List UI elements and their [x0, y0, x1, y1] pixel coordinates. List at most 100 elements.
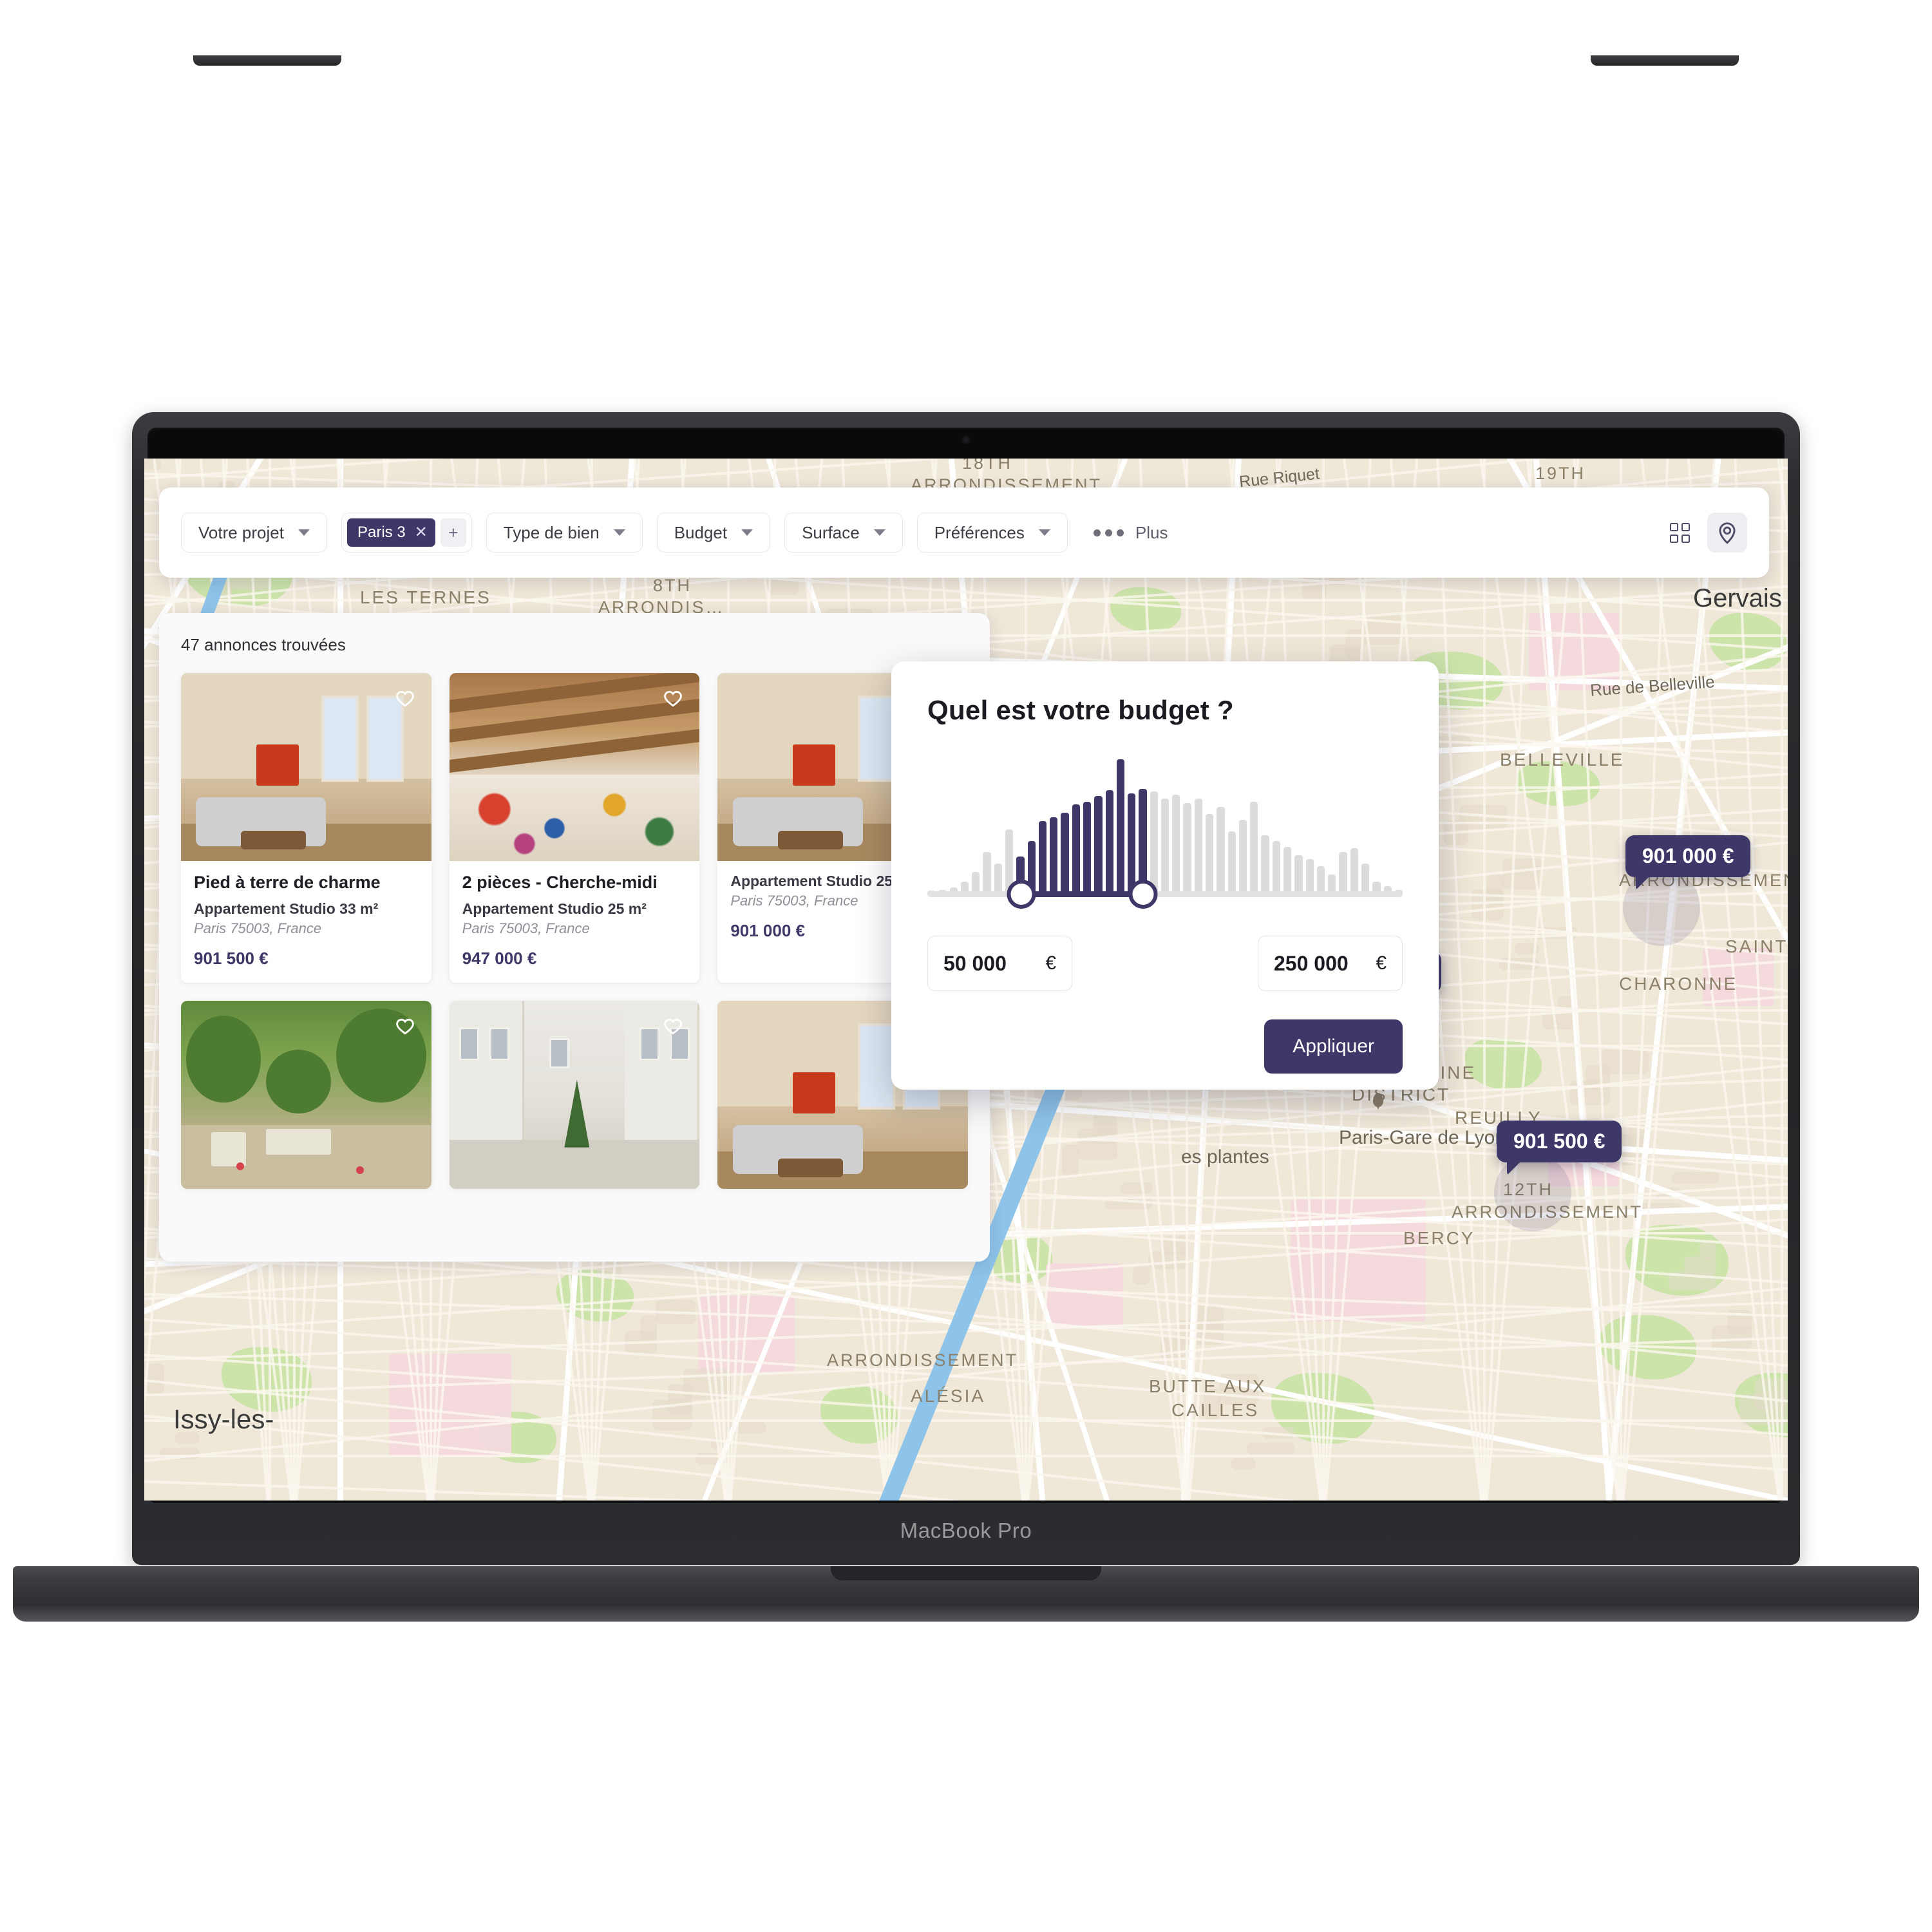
range-slider-max-handle[interactable] [1128, 880, 1158, 909]
macbook-foot-left [193, 55, 341, 66]
map-label: ARRONDISSEMENT [827, 1350, 1019, 1370]
range-slider-track[interactable] [927, 891, 1403, 897]
histogram-bar [1339, 852, 1347, 895]
heart-icon[interactable] [390, 685, 420, 714]
histogram-bar [1316, 866, 1325, 895]
listings-panel: 47 annonces trouvées Pied à terre de cha… [159, 613, 990, 1262]
histogram-bar [1238, 820, 1247, 895]
filter-preferences[interactable]: Préférences [916, 513, 1068, 553]
listing-photo [181, 673, 431, 861]
chevron-down-icon [1038, 529, 1050, 536]
range-slider-min-handle[interactable] [1007, 880, 1036, 909]
map-label: CHARONNE [1619, 974, 1738, 994]
histogram-bar [1294, 855, 1303, 895]
filter-budget[interactable]: Budget [656, 513, 771, 553]
histogram-bar [1050, 817, 1058, 895]
listing-photo [449, 673, 700, 861]
screenshot-stage: MacBook Pro 18TH ARRONDISSEMENT Rue Riquet… [0, 0, 1932, 1932]
map-label: SAINT-BLAISE [1725, 936, 1788, 956]
location-chip-label: Paris 3 [357, 524, 406, 541]
webcam-icon [961, 435, 971, 444]
budget-max-value: 250 000 [1274, 951, 1349, 975]
macbook-foot-right [1591, 55, 1739, 66]
histogram-bar [994, 863, 1002, 895]
ellipsis-icon [1093, 529, 1124, 536]
histogram-bar [1283, 846, 1292, 895]
listing-card[interactable]: 2 pièces - Cherche-midi Appartement Studi… [449, 673, 700, 983]
filter-surface[interactable]: Surface [784, 513, 903, 553]
macbook-brand-label: MacBook Pro [900, 1519, 1032, 1542]
macbook-base [13, 1566, 1919, 1622]
histogram-bar [1150, 791, 1158, 895]
project-dropdown[interactable]: Votre projet [181, 513, 327, 553]
map-label: 18TH [962, 459, 1013, 473]
budget-modal: Quel est votre budget ? 50 000 € 250 000… [891, 661, 1439, 1090]
histogram-bar [1038, 821, 1047, 895]
listings-count: 47 annonces trouvées [181, 635, 346, 654]
histogram-bar [1194, 799, 1203, 895]
laptop-screen: 18TH ARRONDISSEMENT Rue Riquet 19TH LES TERN… [144, 459, 1788, 1501]
histogram-bar [1116, 759, 1125, 895]
filter-label: Surface [802, 522, 860, 542]
more-filters-label: Plus [1135, 522, 1168, 542]
histogram-bar [1061, 813, 1069, 895]
map-label: CAILLES [1171, 1400, 1260, 1420]
histogram-bar [1350, 848, 1358, 895]
listing-card[interactable]: Pied à terre de charme Appartement Studio… [181, 673, 431, 983]
view-toggle-map[interactable] [1707, 513, 1747, 553]
filter-type-de-bien[interactable]: Type de bien [486, 513, 643, 553]
histogram-bar [983, 852, 991, 895]
listing-card-grid: Pied à terre de charme Appartement Studio… [181, 673, 968, 1189]
chevron-down-icon [873, 529, 886, 536]
listing-card[interactable] [449, 1001, 700, 1189]
apply-button[interactable]: Appliquer [1264, 1019, 1403, 1074]
listing-location: Paris 75003, France [462, 920, 590, 936]
budget-inputs: 50 000 € 250 000 € [927, 936, 1403, 991]
heart-icon[interactable] [658, 1012, 688, 1042]
budget-max-field[interactable]: 250 000 € [1258, 936, 1403, 991]
heart-icon[interactable] [390, 1012, 420, 1042]
more-filters-button[interactable]: Plus [1093, 522, 1168, 543]
histogram-bar [1094, 795, 1103, 895]
listing-subtitle: Appartement Studio 33 m² [194, 900, 379, 917]
histogram-bar [1105, 790, 1113, 895]
chevron-down-icon [298, 529, 310, 536]
map-label: BUTTE AUX [1149, 1376, 1267, 1396]
histogram-bar [1183, 802, 1191, 895]
range-slider-fill [1021, 891, 1143, 897]
location-chip-paris-3[interactable]: Paris 3 ✕ [346, 518, 435, 547]
close-icon[interactable]: ✕ [415, 525, 428, 540]
heart-icon[interactable] [658, 685, 688, 714]
histogram-bar [1272, 840, 1280, 895]
histogram-bar [1128, 793, 1136, 895]
histogram-bar [1217, 807, 1225, 895]
listing-price: 947 000 € [462, 949, 537, 968]
histogram-bar [1261, 835, 1269, 895]
add-location-button[interactable]: + [440, 518, 466, 547]
histogram-bar [1250, 801, 1258, 895]
map-label: Issy-les- [173, 1404, 274, 1434]
budget-min-value: 50 000 [943, 951, 1007, 975]
filter-label: Budget [674, 522, 728, 542]
listing-subtitle: Appartement Studio 25 m² [462, 900, 647, 917]
budget-histogram-slider[interactable] [927, 757, 1403, 911]
map-label: 8TH [653, 576, 692, 595]
map-label: es plantes [1181, 1146, 1269, 1168]
view-toggle-grid[interactable] [1660, 513, 1700, 553]
budget-min-field[interactable]: 50 000 € [927, 936, 1072, 991]
map-label: Gervais [1693, 584, 1782, 612]
budget-modal-title: Quel est votre budget ? [927, 695, 1234, 725]
map-price-marker[interactable]: 901 000 € [1625, 835, 1751, 877]
project-dropdown-label: Votre projet [198, 522, 284, 542]
currency-symbol: € [1376, 952, 1387, 974]
listing-location: Paris 75003, France [194, 920, 322, 936]
filter-toolbar: Votre projet Paris 3 ✕ + Type de bien Bu… [159, 488, 1769, 578]
filter-label: Préférences [934, 522, 1025, 542]
map-price-marker[interactable]: 901 500 € [1497, 1121, 1622, 1162]
map-label: ALÉSIA [911, 1386, 986, 1406]
listing-card[interactable] [181, 1001, 431, 1189]
filter-label: Type de bien [503, 522, 600, 542]
macbook-base-notch [831, 1566, 1101, 1580]
histogram-bar [1206, 814, 1214, 895]
chevron-down-icon [741, 529, 753, 536]
